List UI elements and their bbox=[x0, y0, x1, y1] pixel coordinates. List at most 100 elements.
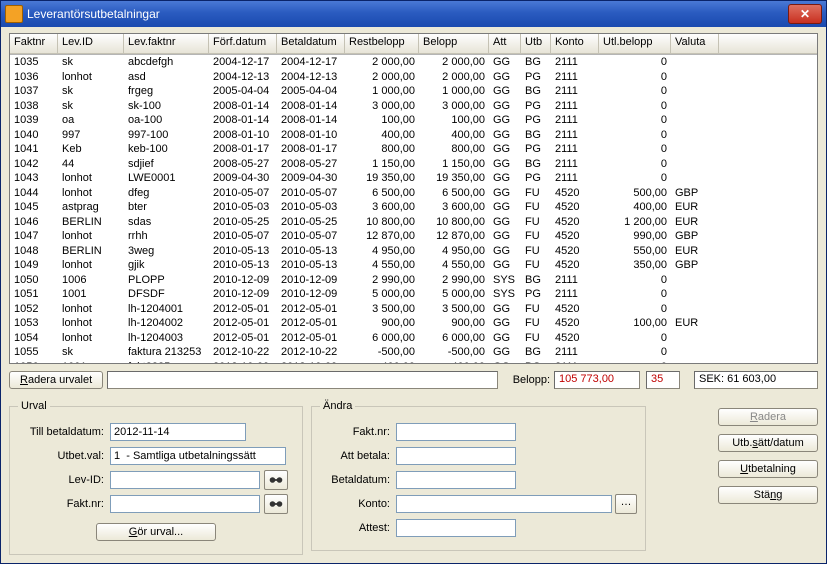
table-row[interactable]: 1044lonhotdfeg2010-05-072010-05-076 500,… bbox=[10, 186, 817, 201]
cell: PG bbox=[521, 171, 551, 186]
column-header[interactable]: Restbelopp bbox=[345, 34, 419, 54]
column-header[interactable]: Förf.datum bbox=[209, 34, 277, 54]
cell: lonhot bbox=[58, 229, 124, 244]
betaldatum-label: Betaldatum: bbox=[320, 474, 396, 486]
table-row[interactable]: 1049lonhotgjik2010-05-132010-05-134 550,… bbox=[10, 258, 817, 273]
table-row[interactable]: 10561001fakt33252012-10-092012-10-09-400… bbox=[10, 360, 817, 364]
table-row[interactable]: 1055skfaktura 2132532012-10-222012-10-22… bbox=[10, 345, 817, 360]
cell: 1036 bbox=[10, 70, 58, 85]
cell: 0 bbox=[599, 273, 671, 288]
column-header[interactable]: Valuta bbox=[671, 34, 719, 54]
table-row[interactable]: 1040997997-1002008-01-102008-01-10400,00… bbox=[10, 128, 817, 143]
column-header[interactable]: Konto bbox=[551, 34, 599, 54]
cell: 12 870,00 bbox=[419, 229, 489, 244]
table-row[interactable]: 1037skfrgeg2005-04-042005-04-041 000,001… bbox=[10, 84, 817, 99]
cell: 19 350,00 bbox=[345, 171, 419, 186]
att-betala-input[interactable] bbox=[396, 447, 516, 465]
cell: 2012-05-01 bbox=[209, 331, 277, 346]
cell: SYS bbox=[489, 287, 521, 302]
cell: lh-1204001 bbox=[124, 302, 209, 317]
cell: 1 000,00 bbox=[345, 84, 419, 99]
table-row[interactable]: 1046BERLINsdas2010-05-252010-05-2510 800… bbox=[10, 215, 817, 230]
andra-legend: Ändra bbox=[320, 400, 355, 412]
cell: 3 500,00 bbox=[419, 302, 489, 317]
cell: BG bbox=[521, 273, 551, 288]
delete-selection-button[interactable]: Radera urvalet bbox=[9, 371, 103, 389]
column-header[interactable]: Lev.faktnr bbox=[124, 34, 209, 54]
cell: sdas bbox=[124, 215, 209, 230]
cell: 19 350,00 bbox=[419, 171, 489, 186]
andra-faktnr-label: Fakt.nr: bbox=[320, 426, 396, 438]
andra-faktnr-input[interactable] bbox=[396, 423, 516, 441]
cell: 2010-05-13 bbox=[277, 258, 345, 273]
table-row[interactable]: 1035skabcdefgh2004-12-172004-12-172 000,… bbox=[10, 55, 817, 70]
cell: sk-100 bbox=[124, 99, 209, 114]
till-betaldatum-input[interactable] bbox=[110, 423, 246, 441]
cell: GG bbox=[489, 113, 521, 128]
table-row[interactable]: 1045astpragbter2010-05-032010-05-033 600… bbox=[10, 200, 817, 215]
cell: EUR bbox=[671, 316, 719, 331]
table-row[interactable]: 1047lonhotrrhh2010-05-072010-05-0712 870… bbox=[10, 229, 817, 244]
column-header[interactable]: Faktnr bbox=[10, 34, 58, 54]
levid-lookup-button[interactable] bbox=[264, 470, 288, 490]
konto-input[interactable] bbox=[396, 495, 612, 513]
utbetval-label: Utbet.val: bbox=[18, 450, 110, 462]
cell: 2010-05-25 bbox=[277, 215, 345, 230]
cell: GG bbox=[489, 171, 521, 186]
table-row[interactable]: 1052lonhotlh-12040012012-05-012012-05-01… bbox=[10, 302, 817, 317]
table-row[interactable]: 1041Kebkeb-1002008-01-172008-01-17800,00… bbox=[10, 142, 817, 157]
cell: PG bbox=[521, 70, 551, 85]
cell: GG bbox=[489, 258, 521, 273]
cell: FU bbox=[521, 244, 551, 259]
utbetval-input[interactable] bbox=[110, 447, 286, 465]
utb-satt-datum-button[interactable]: Utb.sätt/datum bbox=[718, 434, 818, 452]
stang-button[interactable]: Stäng bbox=[718, 486, 818, 504]
utbetalning-button[interactable]: Utbetalning bbox=[718, 460, 818, 478]
cell: 6 500,00 bbox=[345, 186, 419, 201]
cell: 4520 bbox=[551, 302, 599, 317]
cell: 44 bbox=[58, 157, 124, 172]
cell: lonhot bbox=[58, 70, 124, 85]
table-row[interactable]: 1038sksk-1002008-01-142008-01-143 000,00… bbox=[10, 99, 817, 114]
column-header[interactable]: Belopp bbox=[419, 34, 489, 54]
close-button[interactable]: ✕ bbox=[788, 4, 822, 24]
table-row[interactable]: 1053lonhotlh-12040022012-05-012012-05-01… bbox=[10, 316, 817, 331]
table-row[interactable]: 10501006PLOPP2010-12-092010-12-092 990,0… bbox=[10, 273, 817, 288]
table-row[interactable]: 1054lonhotlh-12040032012-05-012012-05-01… bbox=[10, 331, 817, 346]
column-header[interactable]: Utb bbox=[521, 34, 551, 54]
table-row[interactable]: 10511001DFSDF2010-12-092010-12-095 000,0… bbox=[10, 287, 817, 302]
cell: 2010-12-09 bbox=[209, 287, 277, 302]
attest-input[interactable] bbox=[396, 519, 516, 537]
cell: sk bbox=[58, 55, 124, 70]
levid-input[interactable] bbox=[110, 471, 260, 489]
cell: 2 990,00 bbox=[419, 273, 489, 288]
cell: lonhot bbox=[58, 258, 124, 273]
table-row[interactable]: 1048BERLIN3weg2010-05-132010-05-134 950,… bbox=[10, 244, 817, 259]
radera-button[interactable]: Radera bbox=[718, 408, 818, 426]
table-row[interactable]: 104244sdjief2008-05-272008-05-271 150,00… bbox=[10, 157, 817, 172]
cell: FU bbox=[521, 186, 551, 201]
cell: 4520 bbox=[551, 215, 599, 230]
table-row[interactable]: 1039oaoa-1002008-01-142008-01-14100,0010… bbox=[10, 113, 817, 128]
konto-browse-button[interactable]: … bbox=[615, 494, 637, 514]
faktnr-input[interactable] bbox=[110, 495, 260, 513]
grid-body[interactable]: 1035skabcdefgh2004-12-172004-12-172 000,… bbox=[10, 55, 817, 364]
cell: 500,00 bbox=[599, 186, 671, 201]
betaldatum-input[interactable] bbox=[396, 471, 516, 489]
cell: 2010-05-07 bbox=[277, 186, 345, 201]
cell: 6 000,00 bbox=[345, 331, 419, 346]
column-header[interactable]: Betaldatum bbox=[277, 34, 345, 54]
cell: lonhot bbox=[58, 316, 124, 331]
cell: sk bbox=[58, 99, 124, 114]
column-header[interactable]: Utl.belopp bbox=[599, 34, 671, 54]
gor-urval-button[interactable]: Gör urval... bbox=[96, 523, 216, 541]
cell: BG bbox=[521, 84, 551, 99]
faktnr-lookup-button[interactable] bbox=[264, 494, 288, 514]
cell: 1050 bbox=[10, 273, 58, 288]
payments-grid[interactable]: FaktnrLev.IDLev.faktnrFörf.datumBetaldat… bbox=[9, 33, 818, 364]
cell: 2010-12-09 bbox=[209, 273, 277, 288]
table-row[interactable]: 1043lonhotLWE00012009-04-302009-04-3019 … bbox=[10, 171, 817, 186]
table-row[interactable]: 1036lonhotasd2004-12-132004-12-132 000,0… bbox=[10, 70, 817, 85]
column-header[interactable]: Att bbox=[489, 34, 521, 54]
column-header[interactable]: Lev.ID bbox=[58, 34, 124, 54]
